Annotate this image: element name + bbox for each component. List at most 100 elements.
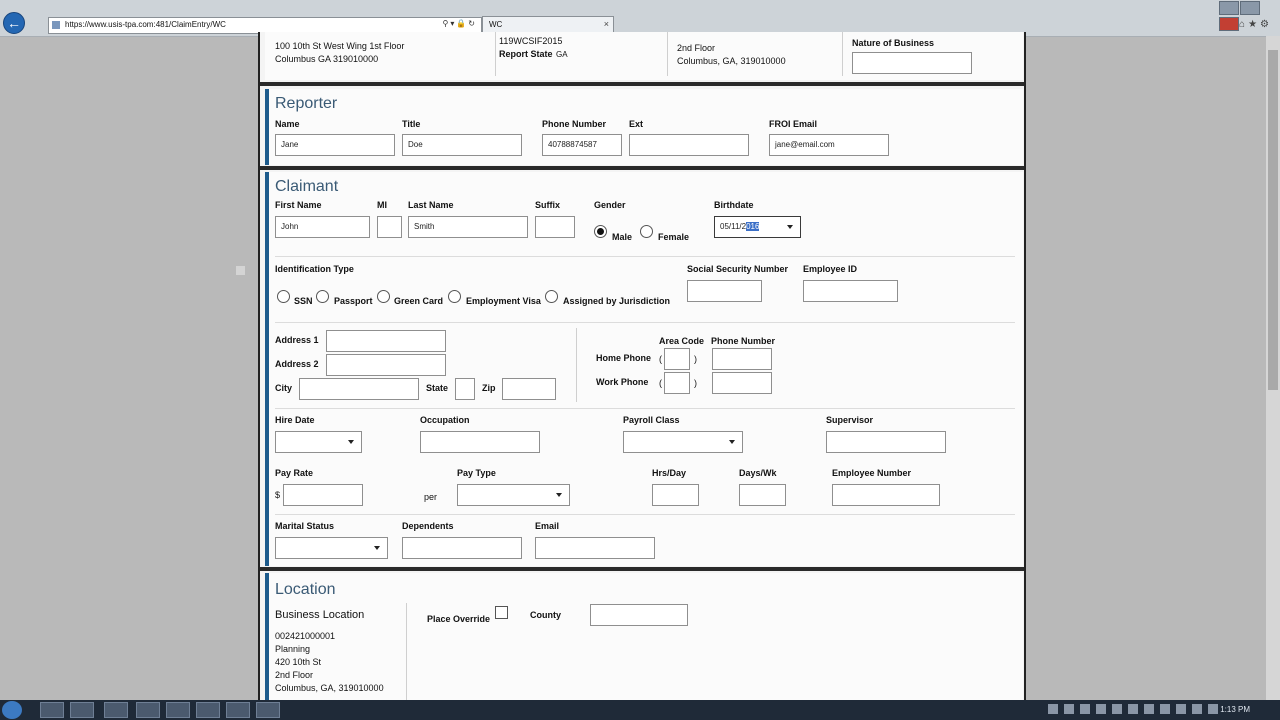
scrollbar-thumb[interactable] (1268, 50, 1278, 390)
address2-input[interactable] (326, 354, 446, 376)
gender-male-label: Male (612, 232, 633, 242)
ssn-input[interactable] (687, 280, 762, 302)
reporter-phone-input[interactable]: 40788874587 (542, 134, 622, 156)
supervisor-label: Supervisor (826, 415, 874, 425)
home-area-code-input[interactable] (664, 348, 690, 370)
pay-type-label: Pay Type (457, 468, 496, 478)
taskbar-app-icon[interactable] (196, 702, 220, 718)
tray-icon[interactable] (1080, 704, 1090, 714)
zip-input[interactable] (502, 378, 556, 400)
address-tools-icon[interactable]: ⚲▾🔒↻ (442, 19, 477, 28)
settings-gear-icon[interactable]: ⚙ (1260, 19, 1272, 30)
taskbar-app-icon[interactable] (256, 702, 280, 718)
tray-icon[interactable] (1160, 704, 1170, 714)
employee-number-input[interactable] (832, 484, 940, 506)
favorites-star-icon[interactable]: ★ (1248, 19, 1260, 30)
section-divider (260, 166, 1024, 170)
chevron-down-icon[interactable] (374, 546, 380, 550)
tray-icon[interactable] (1144, 704, 1154, 714)
id-employment-visa-radio[interactable] (448, 290, 461, 303)
taskbar-app-icon[interactable] (226, 702, 250, 718)
vertical-scrollbar[interactable] (1266, 36, 1280, 700)
work-area-code-input[interactable] (664, 372, 690, 394)
first-name-input[interactable]: John (275, 216, 370, 238)
taskbar-app-icon[interactable] (40, 702, 64, 718)
work-paren-close: ) (694, 378, 697, 388)
claim-entry-page: 100 10th St West Wing 1st Floor Columbus… (258, 32, 1026, 700)
business-location-label: Business Location (275, 609, 365, 621)
mi-input[interactable] (377, 216, 402, 238)
tray-icon[interactable] (1112, 704, 1122, 714)
suffix-label: Suffix (535, 200, 561, 210)
maximize-icon[interactable] (1240, 1, 1260, 15)
tray-icon[interactable] (1176, 704, 1186, 714)
address1-input[interactable] (326, 330, 446, 352)
chevron-down-icon[interactable] (729, 440, 735, 444)
chevron-down-icon[interactable] (787, 225, 793, 229)
tray-icon[interactable] (1096, 704, 1106, 714)
pay-rate-input[interactable] (283, 484, 363, 506)
home-phone-input[interactable] (712, 348, 772, 370)
taskbar-app-icon[interactable] (104, 702, 128, 718)
nature-of-business-input[interactable] (852, 52, 972, 74)
id-green-card-radio[interactable] (377, 290, 390, 303)
gender-male-radio[interactable] (594, 225, 607, 238)
id-passport-radio[interactable] (316, 290, 329, 303)
county-input[interactable] (590, 604, 688, 626)
location-address-line: 2nd Floor (275, 670, 314, 680)
work-phone-input[interactable] (712, 372, 772, 394)
reporter-title-input[interactable]: Doe (402, 134, 522, 156)
id-jurisdiction-radio[interactable] (545, 290, 558, 303)
reporter-email-input[interactable]: jane@email.com (769, 134, 889, 156)
tray-icon[interactable] (1064, 704, 1074, 714)
back-button[interactable]: ← (3, 12, 25, 34)
hire-date-select[interactable] (275, 431, 362, 453)
id-ssn-radio[interactable] (277, 290, 290, 303)
chevron-down-icon[interactable] (556, 493, 562, 497)
supervisor-input[interactable] (826, 431, 946, 453)
birthdate-text: 05/11/2 (720, 222, 747, 231)
claimant-email-input[interactable] (535, 537, 655, 559)
taskbar-clock[interactable]: 1:13 PM (1220, 705, 1250, 714)
reporter-name-input[interactable]: Jane (275, 134, 395, 156)
dependents-input[interactable] (402, 537, 522, 559)
place-override-checkbox[interactable] (495, 606, 508, 619)
tab-title: WC (489, 20, 503, 29)
browser-toolbar-icons: ⌂★⚙ (1239, 19, 1272, 30)
birthdate-label: Birthdate (714, 200, 754, 210)
taskbar-app-icon[interactable] (166, 702, 190, 718)
taskbar-app-icon[interactable] (136, 702, 160, 718)
city-input[interactable] (299, 378, 419, 400)
occupation-input[interactable] (420, 431, 540, 453)
home-icon[interactable]: ⌂ (1239, 19, 1248, 30)
gender-female-radio[interactable] (640, 225, 653, 238)
tray-icon[interactable] (1192, 704, 1202, 714)
tab-close-icon[interactable]: × (604, 19, 609, 29)
marital-status-select[interactable] (275, 537, 388, 559)
url-text[interactable]: https://www.usis-tpa.com:481/ClaimEntry/… (65, 20, 226, 29)
claimant-email-label: Email (535, 521, 560, 531)
birthdate-picker[interactable]: 05/11/2016 (714, 216, 801, 238)
payroll-class-select[interactable] (623, 431, 743, 453)
last-name-input[interactable]: Smith (408, 216, 528, 238)
first-name-label: First Name (275, 200, 322, 210)
chevron-down-icon[interactable] (348, 440, 354, 444)
employee-id-input[interactable] (803, 280, 898, 302)
pay-type-select[interactable] (457, 484, 570, 506)
start-button-icon[interactable] (2, 701, 22, 719)
os-taskbar: 1:13 PM (0, 700, 1280, 720)
minimize-icon[interactable] (1219, 1, 1239, 15)
tray-icon[interactable] (1048, 704, 1058, 714)
tray-icon[interactable] (1208, 704, 1218, 714)
days-wk-input[interactable] (739, 484, 786, 506)
state-input[interactable] (455, 378, 475, 400)
hrs-day-input[interactable] (652, 484, 699, 506)
location-heading: Location (275, 581, 336, 598)
county-label: County (530, 610, 561, 620)
tray-icon[interactable] (1128, 704, 1138, 714)
suffix-input[interactable] (535, 216, 575, 238)
nature-of-business-label: Nature of Business (852, 38, 935, 48)
close-window-icon[interactable] (1219, 17, 1239, 31)
reporter-ext-input[interactable] (629, 134, 749, 156)
taskbar-app-icon[interactable] (70, 702, 94, 718)
